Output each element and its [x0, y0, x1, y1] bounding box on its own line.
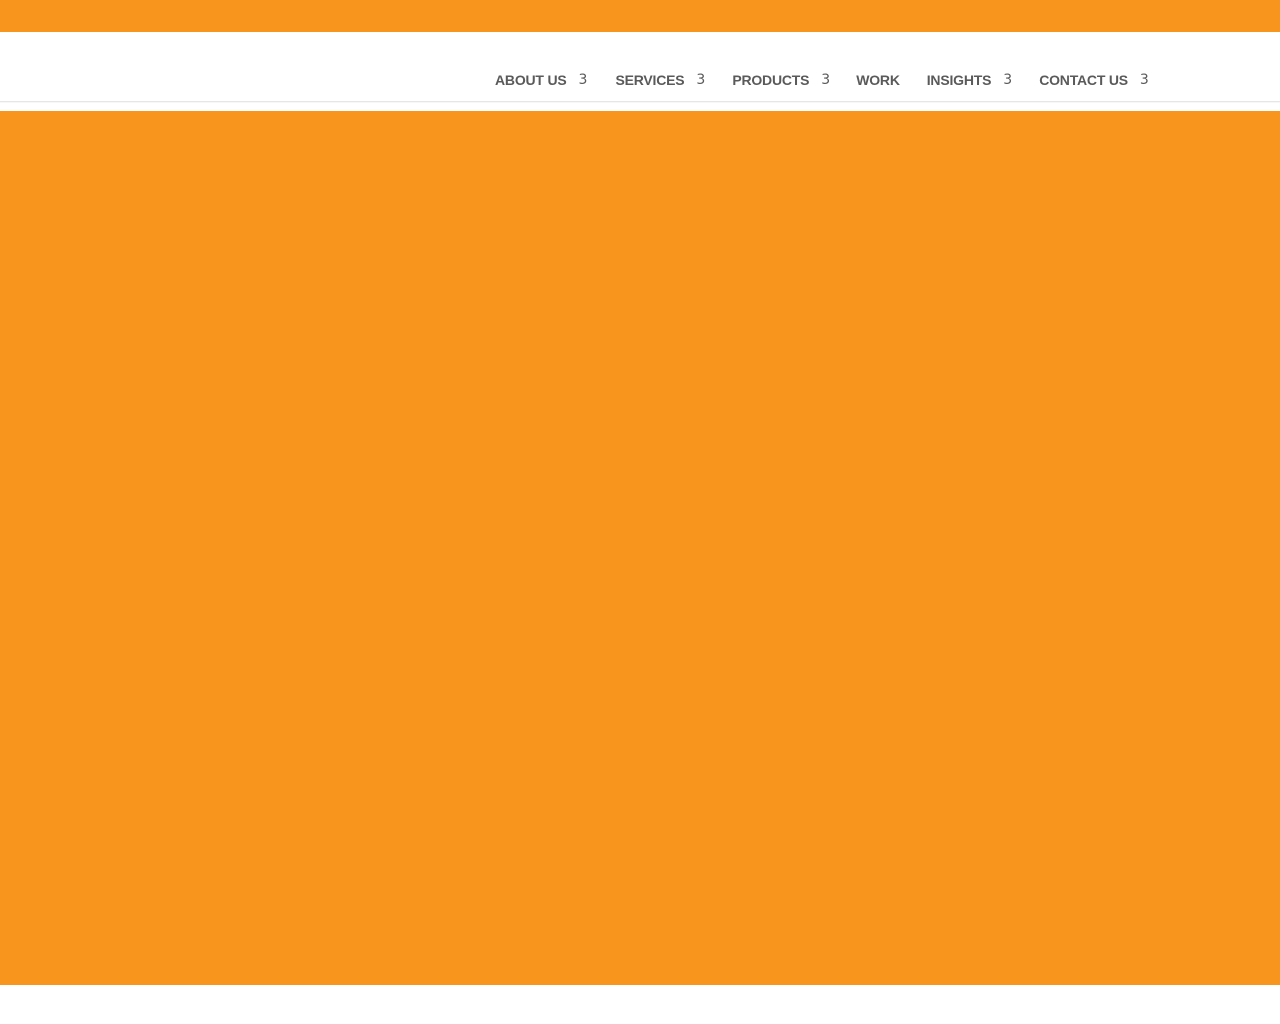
site-header: ABOUT US 3 SERVICES 3 PRODUCTS 3 WORK IN… — [0, 32, 1280, 102]
nav-item-label: INSIGHTS — [926, 72, 992, 88]
top-accent-bar — [0, 0, 1280, 32]
nav-item-insights[interactable]: INSIGHTS 3 — [927, 70, 1012, 90]
nav-item-work[interactable]: WORK — [856, 70, 900, 90]
nav-item-label: ABOUT US — [495, 72, 567, 88]
main-nav: ABOUT US 3 SERVICES 3 PRODUCTS 3 WORK IN… — [495, 32, 1149, 90]
nav-item-about-us[interactable]: ABOUT US 3 — [495, 70, 587, 90]
chevron-down-icon: 3 — [1139, 72, 1149, 88]
chevron-down-icon: 3 — [696, 72, 706, 88]
nav-item-contact-us[interactable]: CONTACT US 3 — [1039, 70, 1149, 90]
hero-banner — [0, 111, 1280, 985]
nav-item-label: PRODUCTS — [732, 72, 810, 88]
chevron-down-icon: 3 — [578, 72, 588, 88]
nav-item-services[interactable]: SERVICES 3 — [615, 70, 705, 90]
chevron-down-icon: 3 — [821, 72, 831, 88]
nav-item-label: SERVICES — [615, 72, 685, 88]
chevron-down-icon: 3 — [1003, 72, 1013, 88]
nav-item-products[interactable]: PRODUCTS 3 — [732, 70, 830, 90]
nav-item-label: CONTACT US — [1039, 72, 1128, 88]
nav-item-label: WORK — [856, 72, 900, 88]
